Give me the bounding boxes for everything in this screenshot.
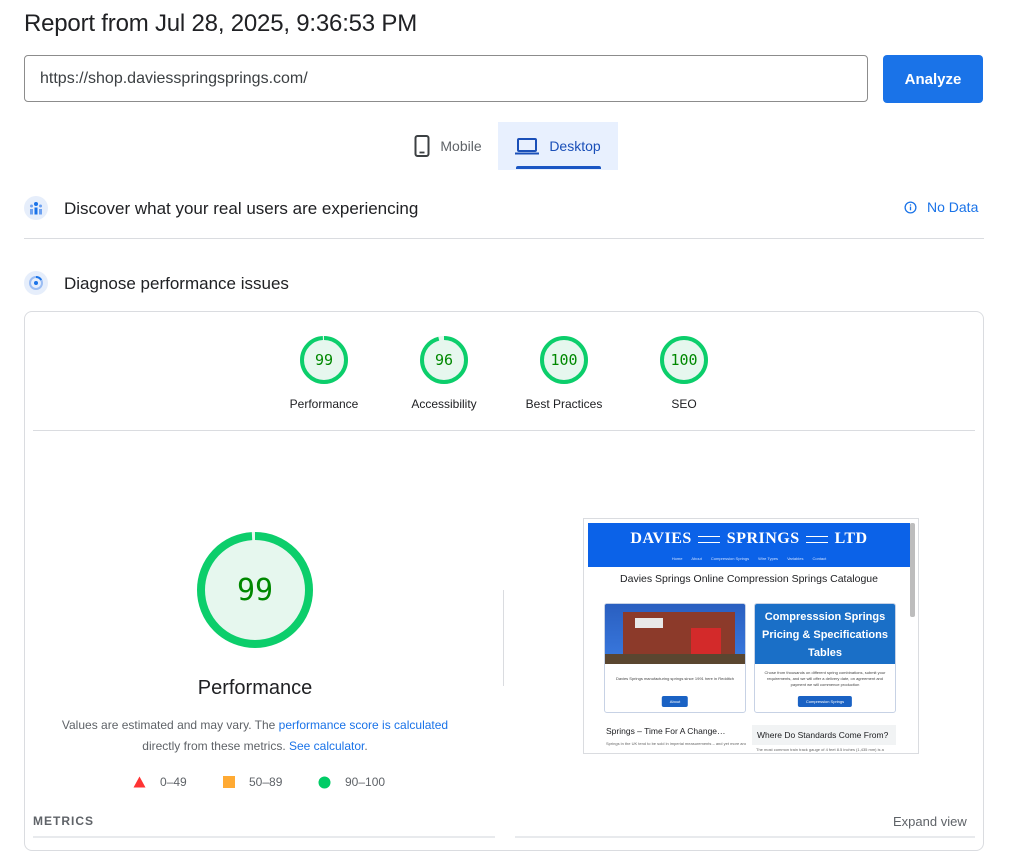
report-title: Report from Jul 28, 2025, 9:36:53 PM [24, 10, 418, 37]
info-icon [904, 200, 917, 214]
performance-label: Performance [197, 677, 313, 699]
tab-desktop-label: Desktop [549, 138, 601, 154]
thumb-about-card: Davies Springs manufacturing springs sin… [604, 603, 746, 713]
performance-score-text: 99 [237, 573, 273, 608]
performance-score-link[interactable]: performance score is calculated [279, 718, 448, 732]
thumb-brand-suffix: LTD [834, 530, 868, 547]
category-accessibility[interactable]: 96 Accessibility [389, 336, 499, 411]
legend-pass: 90–100 [318, 775, 385, 789]
spring-graphic [806, 535, 829, 543]
field-data-heading: Discover what your real users are experi… [64, 199, 419, 218]
score-gauge: 96 [420, 336, 468, 384]
legend-average-label: 50–89 [249, 775, 283, 789]
diagnose-heading: Diagnose performance issues [64, 274, 289, 293]
users-chart-icon [24, 196, 48, 220]
no-data-label: No Data [927, 199, 979, 215]
thumb-standards-text: The most common train track gauge of 4 f… [756, 747, 884, 752]
expand-view-toggle[interactable]: Expand view [893, 814, 967, 829]
vertical-divider [503, 590, 504, 686]
tab-selected-indicator [516, 166, 601, 169]
gauges-divider [33, 430, 975, 431]
score-gauge: 99 [300, 336, 348, 384]
building-photo [605, 604, 745, 664]
thumb-nav-item: Variables [787, 556, 804, 561]
thumb-brand-left: DAVIES [630, 530, 692, 547]
thumb-card1-text: Davies Springs manufacturing springs sin… [615, 676, 735, 681]
gauge-score: 100 [550, 351, 577, 369]
url-input[interactable] [24, 55, 868, 102]
thumb-compression-card: Compresssion Springs Pricing & Specifica… [754, 603, 896, 713]
thumb-header: DAVIES SPRINGS LTD Home About Compressio… [588, 523, 910, 567]
legend-average: 50–89 [223, 775, 282, 789]
gauge-icon [24, 271, 48, 295]
legend-pass-label: 90–100 [345, 775, 386, 789]
spring-graphic [698, 535, 721, 543]
laptop-icon [515, 138, 540, 155]
gauge-score: 99 [315, 351, 333, 369]
analyze-button[interactable]: Analyze [883, 55, 983, 103]
score-gauge: 100 [660, 336, 708, 384]
gauge-label: SEO [671, 397, 697, 411]
gauge-score: 100 [670, 351, 697, 369]
circle-icon [318, 776, 331, 788]
thumb-article-text: Springs in the UK tend to be sold in imp… [606, 741, 746, 746]
thumb-brand-right: SPRINGS [726, 530, 800, 547]
thumb-card2-title: Compresssion Springs Pricing & Specifica… [755, 604, 895, 664]
legend-fail-label: 0–49 [160, 775, 187, 789]
tab-mobile[interactable]: Mobile [398, 122, 498, 170]
photo-sign [635, 618, 663, 628]
gauge-score: 96 [435, 351, 453, 369]
gauge-label: Best Practices [525, 397, 603, 411]
thumb-article-title: Springs – Time For A Change… [606, 726, 726, 736]
note-text-1: Values are estimated and may vary. The [61, 718, 279, 732]
tab-desktop[interactable]: Desktop [498, 122, 618, 170]
metrics-divider-right [515, 836, 975, 838]
category-performance[interactable]: 99 Performance [269, 336, 379, 411]
photo-fence [605, 654, 745, 664]
thumb-compression-button: Compression Springs [797, 696, 853, 707]
note-text-3: . [364, 739, 368, 753]
thumb-scrollbar [910, 523, 915, 617]
score-note: Values are estimated and may vary. The p… [55, 715, 455, 757]
metrics-divider-left [33, 836, 495, 838]
section-divider [24, 238, 984, 239]
thumb-nav-item: About [691, 556, 702, 561]
page-screenshot-thumbnail[interactable]: DAVIES SPRINGS LTD Home About Compressio… [583, 518, 919, 754]
thumb-nav-item: Wire Types [758, 556, 779, 561]
thumb-about-button: About [661, 696, 689, 707]
phone-icon [414, 135, 430, 157]
performance-gauge: 99 [197, 532, 313, 648]
thumb-standards-title: Where Do Standards Come From? [752, 725, 896, 745]
gauge-label: Accessibility [411, 397, 477, 411]
no-data-status[interactable]: No Data [904, 199, 978, 215]
metrics-heading: METRICS [33, 814, 94, 828]
score-gauge: 100 [540, 336, 588, 384]
note-text-2: directly from these metrics. [142, 739, 289, 753]
legend-fail: 0–49 [133, 775, 187, 789]
triangle-icon [133, 776, 146, 788]
thumb-nav: Home About Compression Springs Wire Type… [588, 556, 910, 561]
gauge-label: Performance [289, 397, 359, 411]
square-icon [223, 776, 235, 788]
thumb-brand: DAVIES SPRINGS LTD [588, 530, 910, 548]
category-seo[interactable]: 100 SEO [629, 336, 739, 411]
thumb-nav-item: Home [671, 556, 683, 561]
thumb-card2-text: Chose from thousands on different spring… [764, 670, 886, 687]
see-calculator-link[interactable]: See calculator [289, 739, 364, 753]
thumb-heading: Davies Springs Online Compression Spring… [620, 573, 878, 585]
thumb-nav-item: Contact [812, 556, 827, 561]
category-best-practices[interactable]: 100 Best Practices [509, 336, 619, 411]
tab-mobile-label: Mobile [440, 138, 482, 154]
thumb-nav-item: Compression Springs [710, 556, 750, 561]
